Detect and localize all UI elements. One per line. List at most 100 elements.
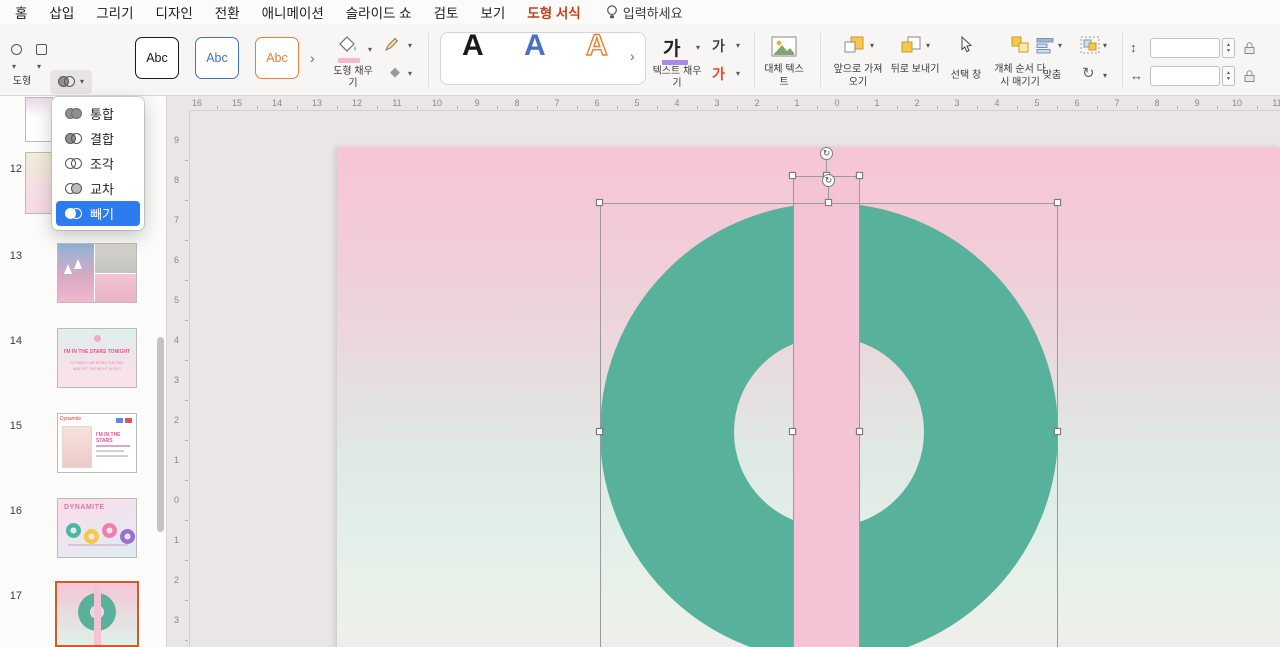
text-effects-button[interactable]: 가	[712, 64, 734, 86]
slide-thumbnail-16[interactable]: DYNAMITE	[57, 498, 137, 558]
selection-handle[interactable]	[856, 428, 863, 435]
slide-thumbnail-15[interactable]: Dynamite I'M IN THE STARS	[57, 413, 137, 473]
selection-handle[interactable]	[825, 199, 832, 206]
shape-effects-button[interactable]: ◆	[384, 64, 406, 86]
group-objects-button[interactable]: ▾	[1078, 34, 1114, 58]
menubar-tab-5[interactable]: 애니메이션	[251, 0, 335, 26]
width-arrow-icon: ↔	[1130, 68, 1143, 83]
merge-shapes-menu: 통합결합조각 교차 빼기	[52, 97, 144, 230]
shape-style-2[interactable]: Abc	[195, 37, 239, 79]
insert-shape-rect-button[interactable]	[30, 37, 53, 62]
thumb15-textline	[96, 450, 124, 452]
shape-style-gallery-more[interactable]: ›	[310, 50, 315, 66]
shape-width-input[interactable]	[1150, 66, 1220, 86]
align-button[interactable]: ▾ 맞춤	[1028, 32, 1076, 90]
merge-menu-item-label: 결합	[90, 132, 114, 147]
ruler-number: 7	[1114, 98, 1120, 108]
menubar-tab-9[interactable]: 도형 서식	[516, 0, 591, 27]
ruler-number: 4	[674, 98, 680, 108]
selection-pane-label: 선택 창	[950, 70, 982, 81]
wordart-style-1[interactable]: A	[462, 29, 484, 63]
menubar-tab-0[interactable]: 홈	[4, 0, 38, 26]
menubar-tab-3[interactable]: 디자인	[145, 0, 204, 26]
ruler-number: 5	[174, 295, 180, 305]
merge-shapes-button[interactable]: ▾	[50, 70, 92, 94]
lock-aspect-icon[interactable]	[1243, 69, 1256, 83]
wordart-style-3[interactable]: A	[585, 28, 608, 63]
selection-handle[interactable]	[789, 172, 796, 179]
send-backward-icon	[901, 36, 921, 53]
thumb15-textline	[96, 455, 128, 457]
height-stepper[interactable]: ▲ ▼	[1222, 38, 1235, 58]
shape-fill-button[interactable]	[336, 34, 366, 70]
selection-handle[interactable]	[1054, 428, 1061, 435]
menubar-tab-1[interactable]: 삽입	[38, 0, 85, 26]
ruler-number: 16	[191, 98, 203, 108]
shape-style-1[interactable]: Abc	[135, 37, 179, 79]
effects-diamond-icon: ◆	[390, 64, 400, 79]
cursor-icon	[961, 36, 973, 53]
menubar-tab-2[interactable]: 그리기	[85, 0, 144, 26]
ruler-tick	[1057, 106, 1058, 109]
slide-thumbnail-17[interactable]	[55, 581, 139, 647]
selection-handle[interactable]	[596, 428, 603, 435]
rotate-handle-donut[interactable]: ↻	[822, 174, 835, 187]
text-outline-button[interactable]: 가	[712, 36, 734, 58]
merge-menu-item-unite[interactable]: 통합	[56, 101, 140, 126]
bring-forward-button[interactable]: ▾ 앞으로 가져오기	[830, 32, 886, 90]
selection-pane-button[interactable]: 선택 창	[944, 32, 988, 90]
selection-handle[interactable]	[596, 199, 603, 206]
combine-icon	[65, 132, 83, 145]
text-fill-button[interactable]: 가	[660, 32, 692, 70]
slide-thumbnail-13[interactable]	[57, 243, 137, 303]
ruler-number: 8	[514, 98, 520, 108]
merge-menu-item-fragment[interactable]: 조각	[56, 151, 140, 176]
selection-box-rectangle[interactable]	[793, 176, 860, 647]
ruler-tick	[1097, 106, 1098, 109]
ruler-number: 1	[174, 455, 180, 465]
merge-menu-item-subtract[interactable]: 빼기	[56, 201, 140, 226]
width-stepper[interactable]: ▲ ▼	[1222, 66, 1235, 86]
ruler-tick	[185, 280, 188, 281]
menubar-tab-6[interactable]: 슬라이드 쇼	[335, 0, 423, 26]
chevron-down-icon: ▾	[736, 69, 741, 78]
selection-handle[interactable]	[1054, 199, 1061, 206]
merge-menu-item-combine[interactable]: 결합	[56, 126, 140, 151]
slide-thumbnail-14[interactable]: I'M IN THE STARS TONIGHT SO WATCH ME BRI…	[57, 328, 137, 388]
slides-panel-scrollbar[interactable]	[157, 337, 164, 532]
ruler-tick	[417, 106, 418, 109]
ruler-tick	[185, 400, 188, 401]
thumb13-photo-bottom	[95, 274, 136, 302]
selection-handle[interactable]	[789, 428, 796, 435]
lock-aspect-icon[interactable]	[1243, 41, 1256, 55]
wordart-style-2[interactable]: A	[524, 29, 546, 63]
insert-shape-oval-button[interactable]	[5, 37, 28, 62]
ruler-tick	[257, 106, 258, 109]
alt-text-button[interactable]: 대체 텍스트	[764, 34, 804, 88]
rotate-objects-button[interactable]: ↻ ▾	[1078, 64, 1114, 88]
slide-canvas[interactable]: ↻ ↻	[337, 147, 1280, 647]
ruler-number: 10	[431, 98, 443, 108]
text-fill-swatch	[662, 60, 688, 65]
ruler-tick	[1217, 106, 1218, 109]
menubar-tab-4[interactable]: 전환	[204, 0, 251, 26]
menubar-tab-7[interactable]: 검토	[423, 0, 470, 26]
ruler-number: 1	[174, 535, 180, 545]
ruler-tick	[817, 106, 818, 109]
ruler-tick	[1177, 106, 1178, 109]
menubar-tab-8[interactable]: 보기	[469, 0, 516, 26]
rotate-handle-rectangle[interactable]: ↻	[820, 147, 833, 160]
chevron-down-icon: ▾	[1103, 41, 1108, 50]
shape-fill-label: 도형 채우기	[333, 66, 373, 89]
thumb15-title: I'M IN THE STARS	[96, 432, 121, 444]
tell-me-box[interactable]: 입력하세요	[606, 3, 683, 22]
wordart-gallery-more[interactable]: ›	[630, 48, 635, 64]
ruler-number: 8	[1154, 98, 1160, 108]
selection-handle[interactable]	[856, 172, 863, 179]
slide-thumbnail-partial[interactable]	[25, 97, 53, 142]
shape-height-input[interactable]	[1150, 38, 1220, 58]
shape-style-3[interactable]: Abc	[255, 37, 299, 79]
shape-outline-button[interactable]	[384, 36, 406, 58]
merge-menu-item-intersect[interactable]: 교차	[56, 176, 140, 201]
send-backward-button[interactable]: ▾ 뒤로 보내기	[888, 32, 942, 90]
